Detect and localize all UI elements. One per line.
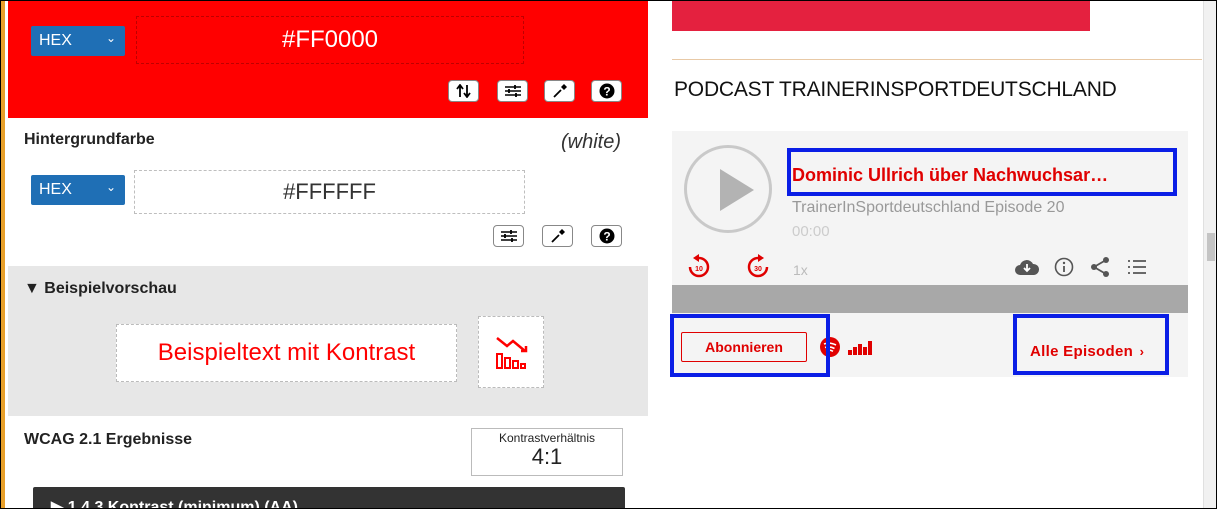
highlight-subscribe — [670, 314, 830, 377]
foreground-format-label: HEX — [39, 32, 72, 49]
preview-toggle[interactable]: ▼ Beispielvorschau — [24, 280, 177, 298]
wcag-results-title: WCAG 2.1 Ergebnisse — [24, 431, 193, 448]
episode-subtitle: TrainerInSportdeutschland Episode 20 — [792, 199, 1065, 216]
background-help-button[interactable]: ? — [591, 225, 622, 247]
foreground-sliders-button[interactable] — [497, 80, 528, 102]
wcag-results-section: WCAG 2.1 Ergebnisse Kontrastverhältnis 4… — [8, 416, 648, 509]
eyedropper-icon — [552, 84, 567, 98]
background-hex-value: #FFFFFF — [283, 179, 376, 204]
eyedropper-icon — [550, 229, 565, 243]
swap-colors-button[interactable] — [448, 80, 479, 102]
background-sliders-button[interactable] — [493, 225, 524, 247]
foreground-eyedropper-button[interactable] — [544, 80, 575, 102]
svg-text:30: 30 — [754, 266, 762, 273]
page-top-banner — [672, 1, 1090, 31]
chevron-down-icon: ⌄ — [105, 180, 116, 194]
contrast-ratio-label: Kontrastverhältnis — [498, 431, 596, 445]
share-icon[interactable] — [1090, 256, 1110, 278]
playback-speed-button[interactable]: 1x — [793, 262, 808, 278]
foreground-hex-value: #FF0000 — [281, 26, 379, 53]
episode-time: 00:00 — [792, 223, 830, 240]
criterion-1-4-3-label: ▶ 1.4.3 Kontrast (minimum) (AA) — [51, 499, 298, 509]
screenshot-frame: HEX ⌄ #FF0000 ? Hintergrundfarbe (white)… — [0, 0, 1217, 509]
foreground-help-button[interactable]: ? — [591, 80, 622, 102]
svg-text:?: ? — [603, 85, 610, 99]
highlight-episode-title — [787, 148, 1177, 196]
highlight-all-episodes — [1013, 314, 1169, 375]
contrast-ratio-box: Kontrastverhältnis 4:1 — [471, 428, 623, 476]
chevron-down-icon: ⌄ — [105, 31, 116, 45]
contrast-ratio-value: 4:1 — [531, 444, 563, 469]
preview-section: ▼ Beispielvorschau Beispieltext mit Kont… — [8, 266, 648, 416]
download-icon[interactable] — [1014, 258, 1040, 276]
deezer-icon[interactable] — [848, 339, 874, 355]
foreground-color-section: HEX ⌄ #FF0000 ? — [8, 1, 648, 118]
background-color-label: Hintergrundfarbe — [24, 131, 155, 148]
background-color-section: Hintergrundfarbe (white) HEX ⌄ #FFFFFF ? — [8, 118, 648, 266]
play-icon — [720, 169, 754, 211]
svg-text:10: 10 — [695, 266, 703, 273]
background-hex-input[interactable]: #FFFFFF — [134, 170, 525, 214]
playlist-icon[interactable] — [1127, 259, 1147, 275]
forward-30-icon[interactable]: 30 — [747, 254, 769, 278]
chart-decline-icon — [496, 337, 528, 369]
sliders-icon — [500, 230, 517, 242]
foreground-hex-input[interactable]: #FF0000 — [136, 16, 524, 64]
swap-icon — [455, 84, 471, 98]
help-icon: ? — [599, 228, 614, 244]
background-format-label: HEX — [39, 181, 72, 198]
progress-bar[interactable] — [672, 285, 1188, 313]
webpage-area: PODCAST TRAINERINSPORTDEUTSCHLAND Domini… — [648, 1, 1216, 508]
background-color-name: (white) — [561, 131, 622, 153]
svg-text:?: ? — [603, 230, 610, 244]
page-scrollbar[interactable] — [1203, 1, 1216, 508]
background-format-select[interactable]: HEX ⌄ — [31, 175, 125, 205]
panel-accent-strip — [1, 1, 5, 508]
contrast-checker-panel: HEX ⌄ #FF0000 ? Hintergrundfarbe (white)… — [1, 1, 648, 509]
preview-sample-icon-box — [478, 316, 544, 388]
preview-sample-text: Beispieltext mit Kontrast — [116, 324, 457, 382]
help-icon: ? — [599, 83, 614, 99]
podcast-heading: PODCAST TRAINERINSPORTDEUTSCHLAND — [674, 78, 1117, 101]
info-icon[interactable] — [1054, 257, 1074, 277]
foreground-format-select[interactable]: HEX ⌄ — [31, 26, 125, 56]
section-divider — [672, 59, 1202, 60]
criterion-1-4-3-toggle[interactable]: ▶ 1.4.3 Kontrast (minimum) (AA) — [33, 487, 625, 509]
scrollbar-thumb[interactable] — [1207, 233, 1215, 261]
play-button[interactable] — [684, 145, 772, 233]
background-eyedropper-button[interactable] — [542, 225, 573, 247]
rewind-10-icon[interactable]: 10 — [688, 254, 710, 278]
sliders-icon — [504, 85, 521, 97]
